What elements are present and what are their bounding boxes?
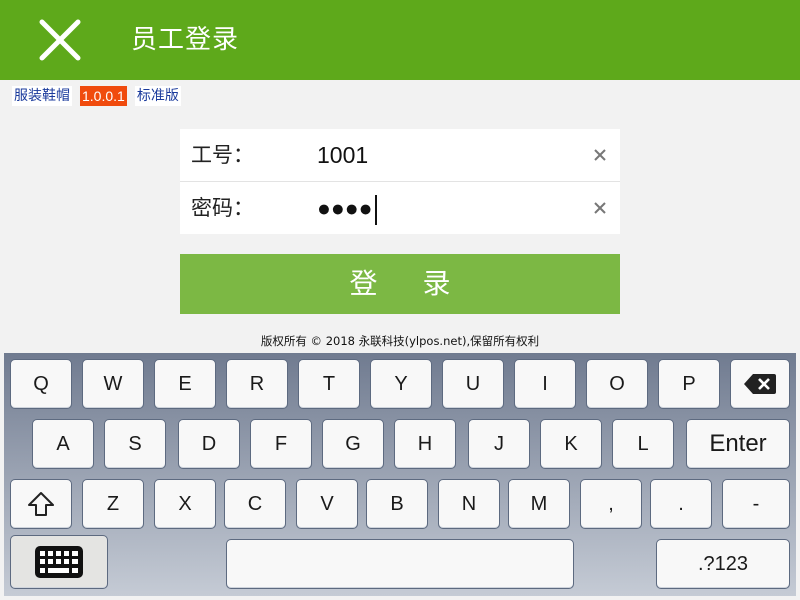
key-d[interactable]: D <box>178 419 240 469</box>
key-i[interactable]: I <box>514 359 576 409</box>
shift-icon <box>28 492 54 516</box>
employee-id-row: 工号： 1001 <box>180 129 620 181</box>
password-input[interactable]: ●●●● <box>317 182 377 234</box>
key-dash[interactable]: - <box>722 479 790 529</box>
edition-label: 标准版 <box>134 86 181 106</box>
keyboard-icon <box>35 546 83 578</box>
key-n[interactable]: N <box>438 479 500 529</box>
key-t[interactable]: T <box>298 359 360 409</box>
password-clear-button[interactable] <box>588 196 612 220</box>
employee-id-label: 工号： <box>191 143 254 167</box>
key-shift[interactable] <box>10 479 72 529</box>
key-period[interactable]: . <box>650 479 712 529</box>
password-row: 密码： ●●●● <box>180 181 620 234</box>
key-a[interactable]: A <box>32 419 94 469</box>
login-form: 工号： 1001 密码： ●●●● <box>180 129 620 234</box>
version-badge: 1.0.0.1 <box>80 86 127 106</box>
key-e[interactable]: E <box>154 359 216 409</box>
key-q[interactable]: Q <box>10 359 72 409</box>
page-title: 员工登录 <box>131 25 240 55</box>
key-x[interactable]: X <box>154 479 216 529</box>
copyright-text: 版权所有 © 2018 永联科技(ylpos.net),保留所有权利 <box>260 334 540 348</box>
clear-icon <box>594 149 606 161</box>
key-r[interactable]: R <box>226 359 288 409</box>
key-z[interactable]: Z <box>82 479 144 529</box>
key-k[interactable]: K <box>540 419 602 469</box>
key-m[interactable]: M <box>508 479 570 529</box>
clear-icon <box>594 202 606 214</box>
close-button[interactable] <box>36 18 84 62</box>
key-c[interactable]: C <box>224 479 286 529</box>
key-enter[interactable]: Enter <box>686 419 790 469</box>
key-g[interactable]: G <box>322 419 384 469</box>
employee-id-input[interactable]: 1001 <box>317 129 368 181</box>
key-y[interactable]: Y <box>370 359 432 409</box>
key-h[interactable]: H <box>394 419 456 469</box>
version-bar: 服装鞋帽 1.0.0.1 标准版 <box>12 86 181 106</box>
key-j[interactable]: J <box>468 419 530 469</box>
key-w[interactable]: W <box>82 359 144 409</box>
password-masked-value: ●●●● <box>317 195 373 221</box>
key-p[interactable]: P <box>658 359 720 409</box>
key-o[interactable]: O <box>586 359 648 409</box>
backspace-icon <box>744 374 776 394</box>
header-bar: 员工登录 <box>0 0 800 80</box>
key-space[interactable] <box>226 539 574 589</box>
key-backspace[interactable] <box>730 359 790 409</box>
key-u[interactable]: U <box>442 359 504 409</box>
close-icon <box>39 19 81 61</box>
login-button[interactable]: 登 录 <box>180 254 620 314</box>
key-keyboard-toggle[interactable] <box>10 535 108 589</box>
text-caret <box>374 194 377 225</box>
key-v[interactable]: V <box>296 479 358 529</box>
on-screen-keyboard: Q W E R T Y U I O P A S D F G H J K L En… <box>4 353 796 596</box>
password-label: 密码： <box>191 196 254 220</box>
key-f[interactable]: F <box>250 419 312 469</box>
key-comma[interactable]: , <box>580 479 642 529</box>
product-label: 服装鞋帽 <box>12 86 72 106</box>
key-b[interactable]: B <box>366 479 428 529</box>
key-s[interactable]: S <box>104 419 166 469</box>
key-l[interactable]: L <box>612 419 674 469</box>
key-symbols[interactable]: .?123 <box>656 539 790 589</box>
employee-id-clear-button[interactable] <box>588 143 612 167</box>
